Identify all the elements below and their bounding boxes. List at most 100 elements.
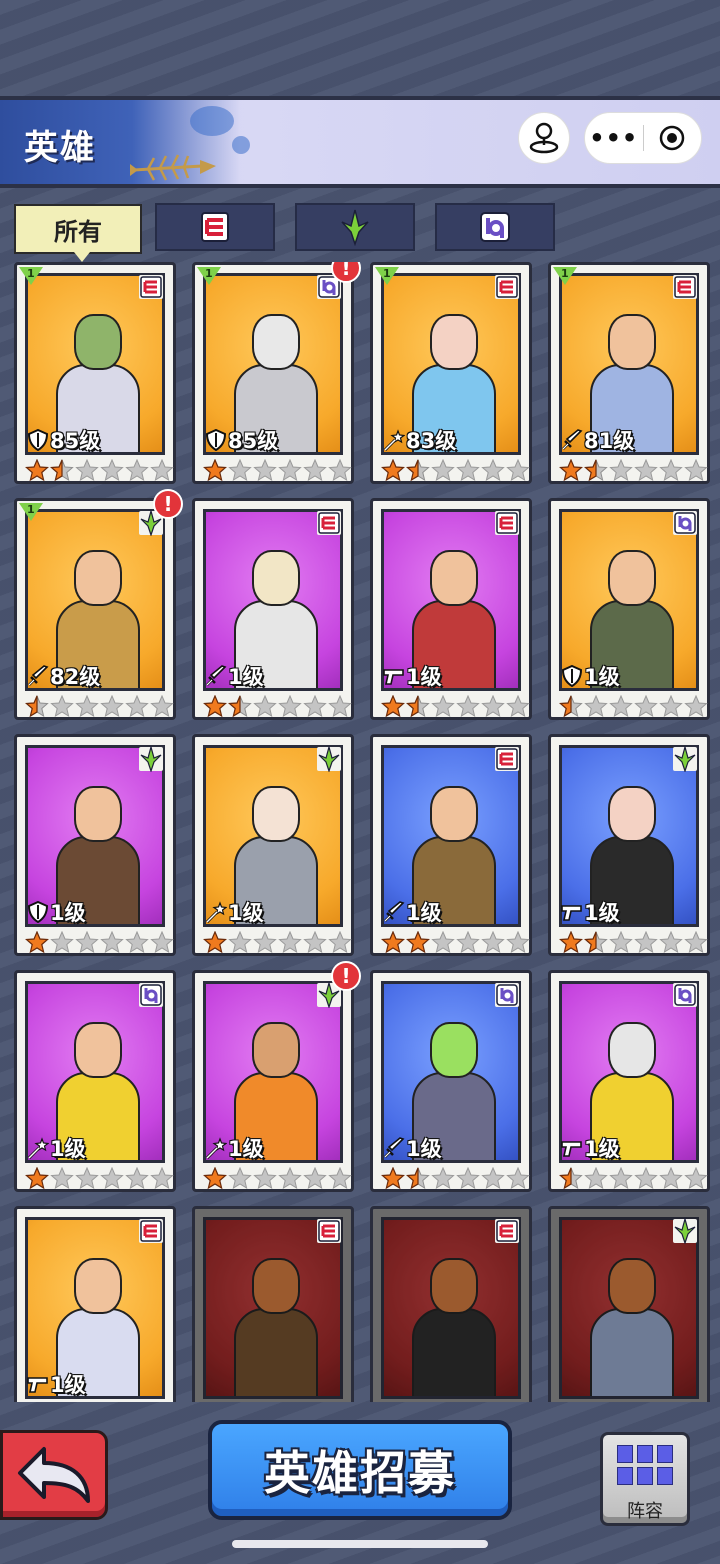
- class-gun-icon: [27, 1373, 49, 1395]
- star-icon: [150, 931, 174, 957]
- hero-level-text: 1级: [406, 901, 442, 925]
- class-sword-icon: [561, 429, 583, 451]
- star-icon: [684, 1167, 708, 1193]
- hero-level-text: 1级: [584, 665, 620, 689]
- faction-e-icon: [495, 511, 519, 535]
- more-menu-button[interactable]: •••: [585, 112, 643, 164]
- star-icon: [659, 695, 683, 721]
- hero-card[interactable]: 1! 82级: [14, 489, 183, 721]
- star-icon: [278, 459, 302, 485]
- upgrade-badge: 1: [19, 267, 43, 285]
- star-rating: [203, 1167, 352, 1193]
- star-icon: [506, 1167, 530, 1193]
- hero-level-text: 1级: [584, 1137, 620, 1161]
- star-icon: [634, 459, 658, 485]
- hero-card[interactable]: [548, 1206, 710, 1402]
- star-rating: [25, 459, 174, 485]
- star-rating: [559, 931, 708, 957]
- star-icon: [228, 1167, 252, 1193]
- lineup-grid-icon: [617, 1445, 675, 1487]
- hero-level: 1级: [561, 1133, 620, 1163]
- star-icon: [584, 931, 608, 957]
- hero-card[interactable]: 1 81级: [548, 262, 710, 484]
- hero-card[interactable]: 1级: [370, 970, 532, 1192]
- star-icon: [559, 931, 583, 957]
- hero-card[interactable]: 1级: [370, 498, 532, 720]
- star-icon: [381, 1167, 405, 1193]
- hero-card[interactable]: [192, 1206, 354, 1402]
- hero-card[interactable]: 1级: [548, 734, 710, 956]
- tab-faction-e[interactable]: [155, 203, 275, 251]
- hero-recruit-button[interactable]: 英雄招募: [208, 1420, 512, 1520]
- star-icon: [684, 931, 708, 957]
- star-icon: [228, 931, 252, 957]
- hero-level-text: 85级: [228, 429, 279, 453]
- star-icon: [100, 695, 124, 721]
- faction-e-icon: [139, 1219, 163, 1243]
- hero-recruit-label: 英雄招募: [264, 1446, 456, 1500]
- faction-e-icon: [495, 1219, 519, 1243]
- class-sword-icon: [27, 665, 49, 687]
- hero-level-text: 1级: [50, 1137, 86, 1161]
- class-gun-icon: [561, 1137, 583, 1159]
- class-wand-icon: [383, 429, 405, 451]
- star-rating: [25, 695, 174, 721]
- faction-e-icon: [139, 275, 163, 299]
- alert-icon: !: [331, 961, 361, 991]
- hero-card[interactable]: 1 85级: [14, 262, 176, 484]
- hero-level: 1级: [561, 897, 620, 927]
- miniprogram-capsule: •••: [584, 112, 702, 164]
- star-icon: [303, 695, 327, 721]
- star-icon: [481, 931, 505, 957]
- tab-faction-dagger[interactable]: [295, 203, 415, 251]
- star-icon: [100, 459, 124, 485]
- upgrade-badge: 1: [197, 267, 221, 285]
- tab-faction-bq[interactable]: [435, 203, 555, 251]
- star-icon: [75, 931, 99, 957]
- paint-splash: [190, 106, 234, 136]
- lineup-button[interactable]: 阵容: [600, 1432, 690, 1526]
- hero-card[interactable]: 1级: [548, 970, 710, 1192]
- hero-card[interactable]: 1级: [192, 734, 354, 956]
- hero-level: 81级: [561, 425, 634, 455]
- hero-card[interactable]: [370, 1206, 532, 1402]
- star-icon: [253, 1167, 277, 1193]
- hero-level: 85级: [27, 425, 100, 455]
- star-icon: [481, 1167, 505, 1193]
- hero-card[interactable]: 1级: [14, 970, 176, 1192]
- star-icon: [684, 459, 708, 485]
- star-icon: [75, 1167, 99, 1193]
- star-icon: [203, 931, 227, 957]
- joystick-button[interactable]: [518, 112, 570, 164]
- star-rating: [203, 695, 352, 721]
- star-rating: [203, 931, 352, 957]
- hero-card[interactable]: 1! 85级: [192, 262, 361, 485]
- hero-card[interactable]: 1级: [548, 498, 710, 720]
- faction-dagger-icon: [317, 746, 341, 772]
- back-button[interactable]: [0, 1430, 108, 1520]
- star-icon: [684, 695, 708, 721]
- star-rating: [381, 931, 530, 957]
- class-shield-icon: [205, 429, 227, 451]
- star-icon: [25, 695, 49, 721]
- tab-all[interactable]: 所有: [14, 204, 142, 262]
- star-icon: [75, 459, 99, 485]
- hero-card[interactable]: 1级: [192, 498, 354, 720]
- hero-card[interactable]: ! 1级: [192, 961, 361, 1193]
- star-icon: [125, 931, 149, 957]
- hero-portrait: [559, 1217, 699, 1399]
- star-icon: [50, 1167, 74, 1193]
- hero-card[interactable]: 1级: [14, 734, 176, 956]
- star-icon: [150, 695, 174, 721]
- star-icon: [278, 695, 302, 721]
- star-icon: [431, 695, 455, 721]
- hero-card[interactable]: 1级: [370, 734, 532, 956]
- hero-card[interactable]: 1 83级: [370, 262, 532, 484]
- close-miniprogram-button[interactable]: [643, 123, 701, 153]
- star-icon: [609, 931, 633, 957]
- faction-e-icon: [495, 275, 519, 299]
- star-icon: [75, 695, 99, 721]
- class-wand-icon: [27, 1137, 49, 1159]
- hero-card[interactable]: 1级: [14, 1206, 176, 1402]
- star-icon: [150, 459, 174, 485]
